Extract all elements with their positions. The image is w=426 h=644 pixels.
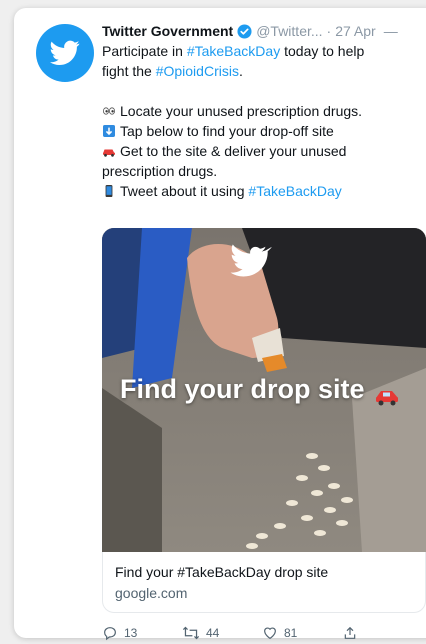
media-title: Find your drop site (120, 374, 365, 404)
bullet-text: Tweet about it using (120, 183, 249, 199)
more-options-icon[interactable]: — (384, 23, 398, 39)
media-image[interactable]: Find your drop site (102, 228, 426, 552)
like-button[interactable]: 81 (262, 625, 342, 641)
bullet-line-1: Locate your unused prescription drugs. (102, 101, 422, 121)
twitter-bird-icon (50, 40, 80, 65)
avatar[interactable] (36, 24, 94, 82)
heart-icon (264, 627, 276, 640)
author-handle[interactable]: @Twitter... (256, 23, 322, 39)
reply-icon (104, 627, 116, 641)
header-separator: · (326, 23, 332, 39)
share-button[interactable] (342, 625, 364, 641)
down-arrow-emoji-icon (103, 125, 115, 137)
tweet-header: Twitter Government @Twitter... · 27 Apr … (102, 21, 426, 41)
tweet-actions: 13 44 81 (102, 622, 402, 644)
link-card-title: Find your #TakeBackDay drop site (115, 564, 329, 580)
share-icon (344, 626, 356, 639)
bullet-line-3b: prescription drugs. (102, 163, 218, 179)
text-segment: today to help (280, 43, 365, 59)
bullet-text: Get to the site & deliver your unused (120, 143, 347, 159)
tweet-text: Participate in #TakeBackDay today to hel… (102, 41, 422, 201)
retweet-button[interactable]: 44 (182, 625, 262, 641)
hashtag-link[interactable]: #OpioidCrisis (156, 63, 239, 79)
reply-count: 13 (124, 626, 138, 640)
tweet-card[interactable]: Twitter Government @Twitter... · 27 Apr … (14, 8, 426, 641)
bullet-text: Locate your unused prescription drugs. (120, 103, 363, 119)
link-card-domain: google.com (115, 585, 188, 601)
retweet-count: 44 (206, 626, 220, 640)
hashtag-link[interactable]: #TakeBackDay (248, 183, 341, 199)
text-segment: Participate in (102, 43, 187, 59)
text-line-1: Participate in #TakeBackDay today to hel… (102, 41, 422, 61)
reply-button[interactable]: 13 (102, 625, 182, 641)
text-segment: fight the (102, 63, 156, 79)
like-count: 81 (284, 626, 298, 640)
bullet-line-3: Get to the site & deliver your unused (102, 141, 422, 161)
car-emoji-icon (103, 149, 115, 157)
hashtag-link[interactable]: #TakeBackDay (187, 43, 280, 59)
verified-badge-icon (237, 23, 252, 39)
bullet-line-4: Tweet about it using #TakeBackDay (102, 181, 422, 201)
bullet-line-2: Tap below to find your drop-off site (102, 121, 422, 141)
eyes-emoji-icon (103, 107, 115, 115)
text-line-2: fight the #OpioidCrisis. (102, 61, 422, 81)
tweet-date[interactable]: 27 Apr (335, 23, 375, 39)
text-segment: . (238, 63, 243, 79)
link-card[interactable]: Find your #TakeBackDay drop site google.… (102, 552, 426, 613)
retweet-icon (182, 626, 200, 640)
phone-emoji-icon (105, 185, 113, 197)
author-name[interactable]: Twitter Government (102, 23, 233, 39)
bullet-text: Tap below to find your drop-off site (120, 123, 334, 139)
